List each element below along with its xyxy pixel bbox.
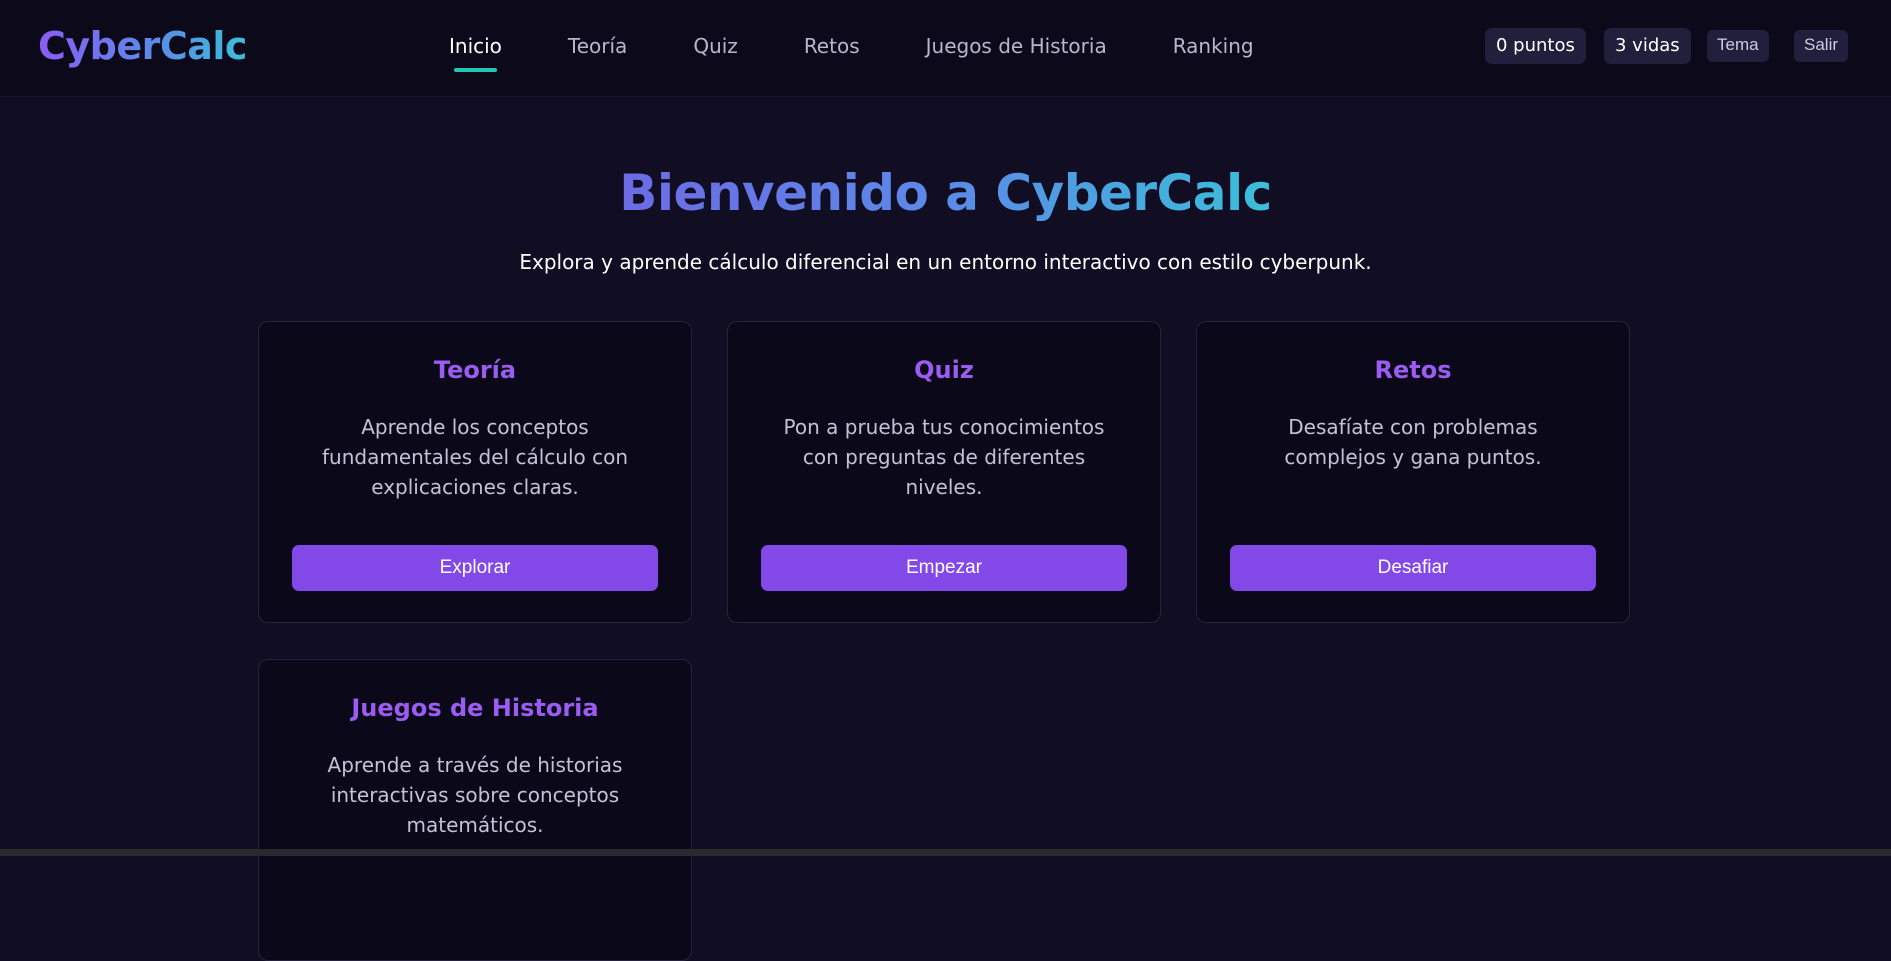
points-badge: 0 puntos [1485,28,1586,64]
nav-item-juegos-de-historia[interactable]: Juegos de Historia [926,34,1107,74]
card-teoria: Teoría Aprende los conceptos fundamental… [258,321,692,623]
nav-item-retos[interactable]: Retos [804,34,860,74]
card-description: Desafíate con problemas complejos y gana… [1284,415,1542,469]
top-navbar: CyberCalc Inicio Teoría Quiz Retos Juego… [0,0,1891,97]
card-description: Aprende a través de historias interactiv… [327,753,623,837]
nav-item-teoria[interactable]: Teoría [568,34,627,74]
logout-button[interactable]: Salir [1794,30,1849,62]
page-title-text: Bienvenido a CyberCalc [619,164,1272,222]
page-subtitle: Explora y aprende cálculo diferencial en… [519,250,1372,274]
theme-button[interactable]: Tema [1707,30,1769,62]
card-retos: Retos Desafíate con problemas complejos … [1196,321,1630,623]
window-bottom-edge [0,849,1891,856]
brand-logo[interactable]: CyberCalc [38,24,247,68]
card-juegos-de-historia: Juegos de Historia Aprende a través de h… [258,659,692,961]
main-nav: Inicio Teoría Quiz Retos Juegos de Histo… [449,34,1320,74]
start-quiz-button[interactable]: Empezar [761,545,1127,591]
card-quiz: Quiz Pon a prueba tus conocimientos con … [727,321,1161,623]
card-title: Quiz [914,356,974,384]
page-title: Bienvenido a CyberCalc [0,164,1891,222]
nav-item-quiz[interactable]: Quiz [693,34,737,74]
challenge-button[interactable]: Desafiar [1230,545,1596,591]
card-title: Teoría [433,356,517,384]
card-description: Aprende los conceptos fundamentales del … [322,415,628,499]
card-description: Pon a prueba tus conocimientos con pregu… [783,415,1105,499]
card-title: Juegos de Historia [351,694,599,722]
nav-item-inicio[interactable]: Inicio [449,34,502,74]
explore-button[interactable]: Explorar [292,545,658,591]
lives-badge: 3 vidas [1604,28,1691,64]
nav-item-ranking[interactable]: Ranking [1173,34,1254,74]
card-title: Retos [1374,356,1452,384]
